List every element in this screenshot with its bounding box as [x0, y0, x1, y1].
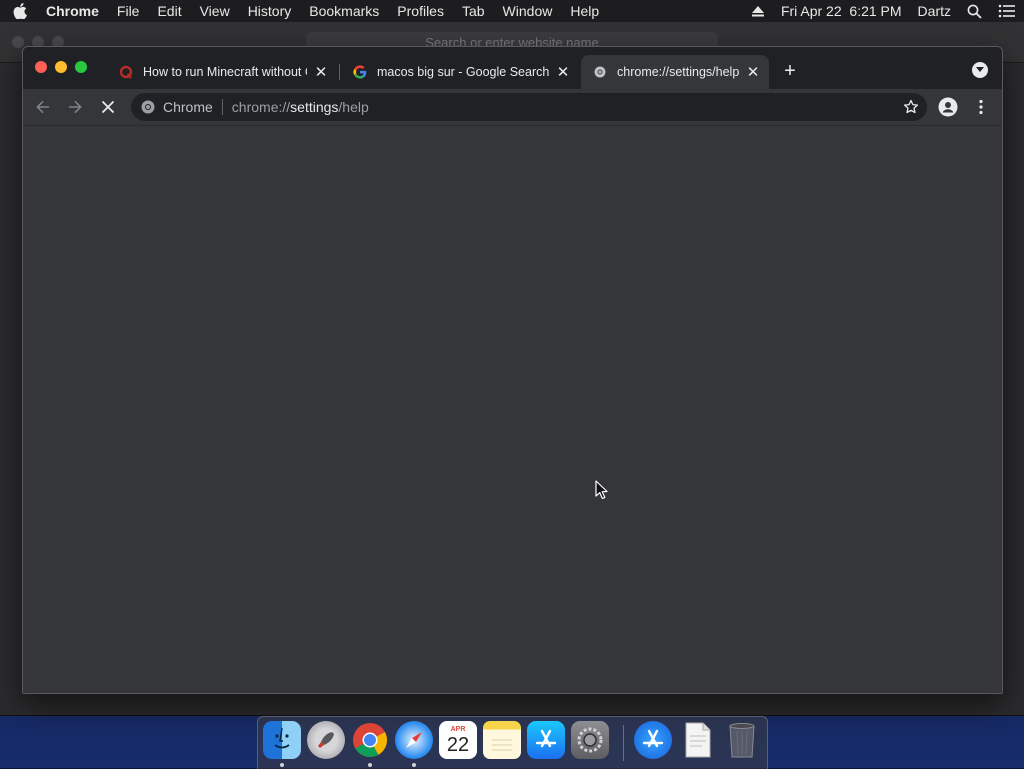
dock-separator: [623, 725, 624, 761]
quora-icon: [119, 65, 133, 79]
url-prefix: chrome://: [231, 99, 291, 115]
bookmark-star-icon[interactable]: [903, 99, 919, 115]
address-divider: [221, 99, 223, 115]
running-indicator: [412, 763, 416, 767]
menu-user[interactable]: Dartz: [910, 0, 959, 22]
url-path: /help: [338, 99, 369, 115]
app-store-icon[interactable]: [527, 721, 565, 759]
finder-icon[interactable]: [263, 721, 301, 759]
app-store-download-icon[interactable]: [634, 721, 672, 759]
minimize-window-button[interactable]: [55, 61, 67, 73]
running-indicator: [368, 763, 372, 767]
url-host: settings: [290, 99, 339, 115]
site-info-chip[interactable]: Chrome: [131, 99, 213, 115]
apple-menu-icon[interactable]: [0, 3, 40, 19]
menu-history[interactable]: History: [239, 0, 301, 22]
tab-title: chrome://settings/help: [617, 65, 739, 79]
more-menu-icon[interactable]: [969, 95, 993, 119]
launchpad-icon[interactable]: [307, 721, 345, 759]
calendar-icon[interactable]: APR 22: [439, 721, 477, 759]
window-controls: [35, 61, 87, 73]
close-window-button[interactable]: [35, 61, 47, 73]
mouse-pointer-icon: [595, 480, 609, 500]
address-bar[interactable]: Chrome chrome://settings/help: [131, 93, 927, 121]
menu-tab[interactable]: Tab: [453, 0, 494, 22]
spotlight-search-icon[interactable]: [959, 4, 990, 19]
menu-app-name[interactable]: Chrome: [40, 0, 108, 22]
url-text: chrome://settings/help: [232, 99, 369, 115]
close-tab-icon[interactable]: ✕: [555, 64, 571, 81]
system-preferences-icon[interactable]: [571, 721, 609, 759]
google-icon: [353, 65, 367, 79]
tab-separator: [339, 64, 340, 80]
running-indicator: [280, 763, 284, 767]
page-content: [23, 126, 1002, 693]
calendar-day: 22: [446, 733, 470, 756]
close-tab-icon[interactable]: ✕: [313, 64, 329, 81]
tab-title: macos big sur - Google Search: [377, 65, 549, 79]
menu-window[interactable]: Window: [494, 0, 562, 22]
browser-toolbar: Chrome chrome://settings/help: [23, 89, 1002, 126]
calendar-month: APR: [450, 725, 466, 733]
google-chrome-icon[interactable]: [351, 721, 389, 759]
safari-icon[interactable]: [395, 721, 433, 759]
menu-profiles[interactable]: Profiles: [388, 0, 453, 22]
menu-help[interactable]: Help: [561, 0, 608, 22]
notification-center-icon[interactable]: [990, 4, 1024, 18]
new-tab-button[interactable]: +: [779, 60, 801, 82]
menu-clock[interactable]: Fri Apr 22 6:21 PM: [773, 0, 910, 22]
tab-strip: How to run Minecraft without C ✕ macos b…: [23, 47, 1002, 89]
tab-search-icon[interactable]: [972, 62, 988, 78]
tab-google-search[interactable]: macos big sur - Google Search ✕: [341, 55, 579, 89]
chrome-logo-icon: [141, 100, 155, 114]
document-icon[interactable]: [679, 721, 717, 759]
back-button[interactable]: [31, 95, 55, 119]
profile-avatar-icon[interactable]: [936, 95, 960, 119]
stop-loading-button[interactable]: [96, 95, 120, 119]
menu-edit[interactable]: Edit: [148, 0, 190, 22]
maximize-window-button[interactable]: [75, 61, 87, 73]
tab-quora[interactable]: How to run Minecraft without C ✕: [107, 55, 337, 89]
trash-icon[interactable]: [723, 721, 761, 759]
close-tab-icon[interactable]: ✕: [745, 64, 761, 81]
notes-icon[interactable]: [483, 721, 521, 759]
dock: APR 22: [257, 716, 768, 769]
tab-settings-help[interactable]: chrome://settings/help ✕: [581, 55, 769, 89]
menu-bar: Chrome File Edit View History Bookmarks …: [0, 0, 1024, 22]
menu-bookmarks[interactable]: Bookmarks: [300, 0, 388, 22]
chrome-settings-icon: [593, 65, 607, 79]
site-chip-label: Chrome: [163, 99, 213, 115]
menu-view[interactable]: View: [191, 0, 239, 22]
menu-file[interactable]: File: [108, 0, 149, 22]
tab-title: How to run Minecraft without C: [143, 65, 307, 79]
eject-icon[interactable]: [743, 5, 773, 17]
chrome-window: How to run Minecraft without C ✕ macos b…: [22, 46, 1003, 694]
forward-button[interactable]: [63, 95, 87, 119]
